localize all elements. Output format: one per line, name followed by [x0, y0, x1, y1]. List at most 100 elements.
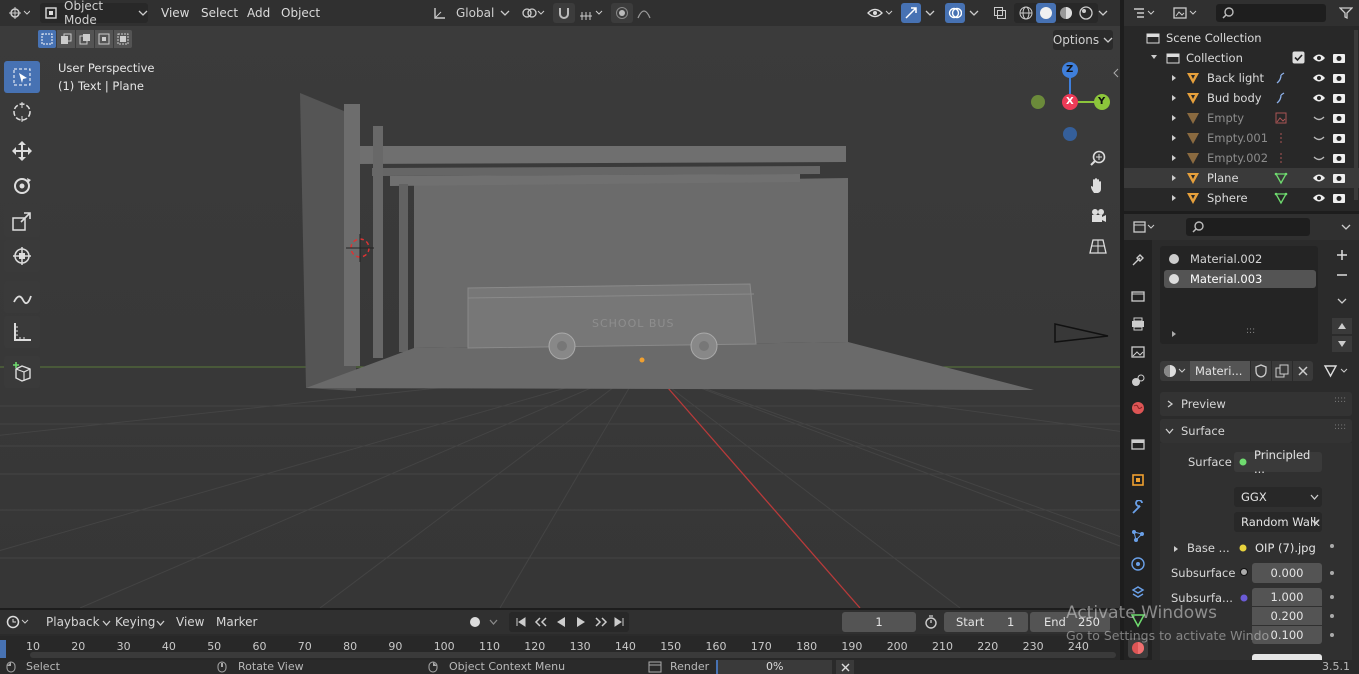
- keying-dropdown[interactable]: [486, 612, 500, 632]
- outliner-item-row[interactable]: Plane: [1124, 168, 1359, 188]
- chevron-right-icon[interactable]: [1170, 94, 1178, 102]
- anim-dot-icon[interactable]: [1330, 633, 1334, 637]
- select-extend-button[interactable]: [57, 30, 75, 48]
- select-intersect-button[interactable]: [114, 30, 132, 48]
- link-type-button[interactable]: [1320, 361, 1354, 381]
- chevron-right-icon[interactable]: [1172, 545, 1180, 553]
- camera-render-icon[interactable]: [1332, 191, 1346, 205]
- outliner-item-row[interactable]: Empty.001: [1124, 128, 1359, 148]
- auto-keying-button[interactable]: [465, 612, 485, 632]
- eye-icon[interactable]: [1312, 71, 1326, 85]
- playhead[interactable]: [0, 640, 6, 658]
- subsurface-method-dropdown[interactable]: Random Walk: [1234, 512, 1322, 532]
- properties-options[interactable]: [1336, 217, 1356, 237]
- tab-tool[interactable]: [1128, 250, 1148, 270]
- object-data-icon[interactable]: [1274, 91, 1288, 105]
- material-shading[interactable]: [1056, 3, 1076, 23]
- chevron-right-icon[interactable]: [1170, 330, 1178, 338]
- duplicate-material-button[interactable]: [1272, 361, 1292, 381]
- menu-playback[interactable]: Playback: [46, 615, 100, 629]
- tab-render[interactable]: [1128, 286, 1148, 306]
- wireframe-shading[interactable]: [1016, 3, 1036, 23]
- object-data-icon[interactable]: [1274, 171, 1288, 185]
- camera-render-icon[interactable]: [1332, 51, 1346, 65]
- annotate-tool[interactable]: [4, 281, 40, 313]
- play-reverse-button[interactable]: [551, 612, 571, 632]
- object-data-icon[interactable]: [1274, 131, 1288, 145]
- overlay-dropdown[interactable]: [967, 3, 981, 23]
- material-browse-button[interactable]: [1160, 361, 1190, 381]
- chevron-right-icon[interactable]: [1170, 194, 1178, 202]
- tab-scene[interactable]: [1128, 370, 1148, 390]
- mode-selector[interactable]: Object Mode: [40, 0, 148, 27]
- overlay-toggle[interactable]: [945, 3, 965, 23]
- sidebar-toggle[interactable]: [1112, 66, 1120, 80]
- drag-handle-icon[interactable]: ::::: [1334, 422, 1346, 432]
- outliner-item-row[interactable]: Empty.002: [1124, 148, 1359, 168]
- select-invert-button[interactable]: [95, 30, 113, 48]
- zoom-button[interactable]: [1086, 146, 1110, 170]
- surface-panel-header[interactable]: Surface ::::: [1160, 419, 1352, 443]
- solid-shading[interactable]: [1036, 3, 1056, 23]
- anim-dot-icon[interactable]: [1330, 571, 1334, 575]
- subsurface-radius-y[interactable]: 0.200: [1252, 607, 1322, 625]
- object-data-icon[interactable]: [1274, 71, 1288, 85]
- rotate-tool[interactable]: [4, 170, 40, 202]
- camera-render-icon[interactable]: [1332, 131, 1346, 145]
- pan-button[interactable]: [1086, 174, 1110, 198]
- visibility-selectability[interactable]: [864, 3, 896, 23]
- subsurface-value-field[interactable]: 0.000: [1252, 563, 1322, 583]
- gizmo-toggle[interactable]: [901, 3, 921, 23]
- editor-type-button[interactable]: [4, 3, 34, 23]
- properties-search[interactable]: [1186, 218, 1310, 236]
- outliner-search[interactable]: [1216, 4, 1326, 22]
- move-slot-down[interactable]: [1332, 336, 1352, 352]
- xray-toggle[interactable]: [990, 3, 1010, 23]
- camera-render-icon[interactable]: [1332, 151, 1346, 165]
- eye-icon[interactable]: [1312, 131, 1326, 145]
- outliner-filter[interactable]: [1336, 3, 1356, 23]
- preview-range-toggle[interactable]: [921, 612, 941, 632]
- surface-shader-field[interactable]: Principled ...: [1234, 448, 1322, 476]
- object-data-icon[interactable]: [1274, 111, 1288, 125]
- anim-dot-icon[interactable]: [1330, 614, 1334, 618]
- tab-physics[interactable]: [1128, 554, 1148, 574]
- object-data-icon[interactable]: [1274, 151, 1288, 165]
- gizmo-dropdown[interactable]: [923, 3, 937, 23]
- anim-dot-icon[interactable]: [1330, 595, 1334, 599]
- current-frame-field[interactable]: 1: [842, 612, 916, 632]
- select-subtract-button[interactable]: [76, 30, 94, 48]
- chevron-right-icon[interactable]: [1170, 154, 1178, 162]
- falloff-button[interactable]: [634, 3, 662, 23]
- jump-end-button[interactable]: [609, 612, 629, 632]
- collection-row[interactable]: Collection: [1124, 48, 1359, 68]
- eye-icon[interactable]: [1312, 111, 1326, 125]
- menu-object[interactable]: Object: [281, 6, 320, 20]
- ortho-toggle-button[interactable]: [1086, 234, 1110, 258]
- menu-view[interactable]: View: [161, 6, 189, 20]
- outliner-item-row[interactable]: Sphere: [1124, 188, 1359, 208]
- distribution-dropdown[interactable]: GGX: [1234, 487, 1322, 507]
- subsurface-radius-x[interactable]: 1.000: [1252, 588, 1322, 606]
- outliner-item-row[interactable]: Back light: [1124, 68, 1359, 88]
- tab-view-layer[interactable]: [1128, 342, 1148, 362]
- rendered-shading[interactable]: [1076, 3, 1096, 23]
- object-data-icon[interactable]: [1274, 191, 1288, 205]
- eye-icon[interactable]: [1312, 51, 1326, 65]
- remove-slot-button[interactable]: [1332, 266, 1352, 284]
- base-color-field[interactable]: OIP (7).jpg: [1234, 538, 1322, 558]
- menu-keying[interactable]: Keying: [115, 615, 155, 629]
- shading-dropdown[interactable]: [1096, 3, 1110, 23]
- outliner-item-row[interactable]: Empty: [1124, 108, 1359, 128]
- measure-tool[interactable]: [4, 316, 40, 348]
- transform-tool[interactable]: [4, 240, 40, 272]
- eye-icon[interactable]: [1312, 171, 1326, 185]
- snap-target[interactable]: [577, 3, 605, 23]
- move-slot-up[interactable]: [1332, 318, 1352, 334]
- material-slot-row-active[interactable]: Material.003: [1164, 270, 1316, 288]
- play-button[interactable]: [571, 612, 591, 632]
- material-slot-row[interactable]: Material.002: [1164, 250, 1314, 268]
- menu-add[interactable]: Add: [247, 6, 270, 20]
- timeline-editor-type[interactable]: [4, 612, 34, 632]
- options-dropdown[interactable]: Options: [1053, 30, 1113, 50]
